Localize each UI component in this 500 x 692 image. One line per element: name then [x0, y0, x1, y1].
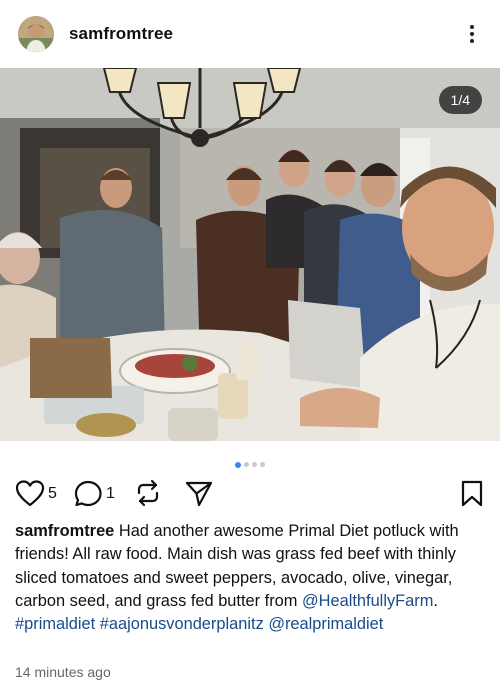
bookmark-icon	[461, 480, 483, 507]
mention-link[interactable]: @realprimaldiet	[268, 615, 383, 633]
save-button[interactable]	[460, 480, 484, 507]
comment-bubble-icon	[74, 480, 102, 507]
send-icon	[185, 481, 213, 507]
caption-username[interactable]: samfromtree	[15, 522, 114, 540]
repost-button[interactable]	[134, 479, 162, 507]
post-header: samfromtree	[0, 0, 500, 68]
mention-link[interactable]: @HealthfullyFarm	[302, 592, 433, 610]
post-caption: samfromtree Had another awesome Primal D…	[15, 520, 490, 636]
photo-counter: 1/4	[438, 86, 482, 114]
carousel-dot	[235, 461, 241, 468]
caption-period: .	[433, 591, 438, 610]
like-count: 5	[48, 484, 57, 502]
hashtag-link[interactable]: #primaldiet	[15, 615, 95, 633]
carousel-dot	[260, 462, 265, 468]
heart-icon	[15, 480, 45, 507]
comment-count: 1	[106, 485, 115, 502]
like-button[interactable]: 5	[15, 480, 57, 507]
more-vertical-icon[interactable]	[462, 22, 482, 48]
carousel-indicator	[0, 456, 500, 468]
carousel-dot	[252, 462, 257, 468]
repost-icon	[137, 479, 159, 507]
post-photo[interactable]: 1/4	[0, 68, 500, 441]
avatar[interactable]	[18, 16, 54, 52]
share-button[interactable]	[185, 480, 213, 507]
hashtag-link[interactable]: #aajonusvonderplanitz	[100, 615, 264, 633]
username[interactable]: samfromtree	[69, 24, 173, 44]
action-bar: 5 1	[0, 478, 500, 508]
carousel-dot	[244, 462, 249, 468]
comment-button[interactable]: 1	[74, 480, 115, 508]
post-timestamp: 14 minutes ago	[15, 664, 111, 680]
